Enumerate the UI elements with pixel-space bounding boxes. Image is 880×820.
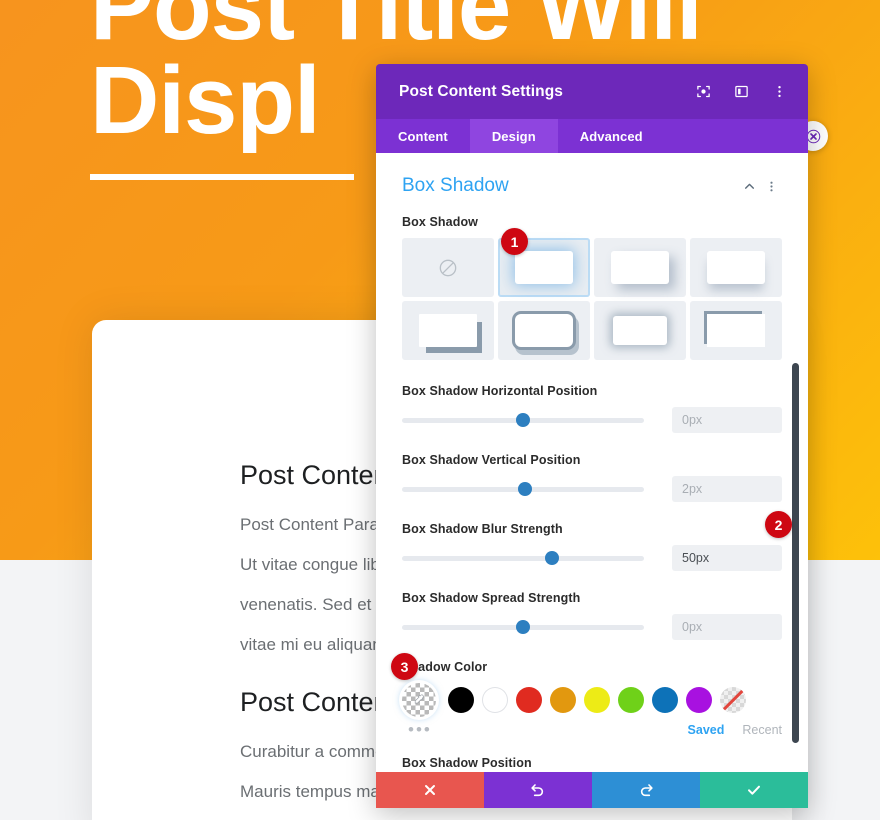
- value-input[interactable]: 2px: [672, 476, 782, 502]
- preset-offset-soft[interactable]: [594, 238, 686, 297]
- undo-button[interactable]: [484, 772, 592, 808]
- more-vertical-icon[interactable]: [766, 79, 792, 105]
- no-shadow-icon: [419, 251, 477, 284]
- tab-design[interactable]: Design: [469, 119, 558, 153]
- preset-preview: [611, 251, 669, 284]
- slider-track[interactable]: [402, 413, 644, 427]
- preset-preview: [419, 314, 477, 347]
- preset-preview: [515, 314, 573, 347]
- slider-track[interactable]: [402, 551, 644, 565]
- slider-spread-strength: Box Shadow Spread Strength 0px: [402, 591, 782, 640]
- redo-button[interactable]: [592, 772, 700, 808]
- modal-footer: [376, 772, 808, 808]
- annotation-badge-1: 1: [501, 228, 528, 255]
- tab-advanced[interactable]: Advanced: [558, 119, 665, 153]
- preset-none[interactable]: [402, 238, 494, 297]
- chevron-up-icon[interactable]: [738, 175, 760, 197]
- value-input[interactable]: 50px: [672, 545, 782, 571]
- section-title: Box Shadow: [402, 175, 509, 196]
- slider-track[interactable]: [402, 620, 644, 634]
- tab-recent-colors[interactable]: Recent: [742, 723, 782, 737]
- preset-preview: [613, 316, 667, 345]
- preset-preview: [707, 314, 765, 347]
- shadow-color-subrow: ••• Saved Recent: [402, 721, 782, 738]
- cancel-button[interactable]: [376, 772, 484, 808]
- modal-body: Box Shadow Box Shadow Box Shadow Horizon…: [376, 153, 808, 772]
- swatch-red[interactable]: [516, 687, 542, 713]
- more-colors-icon[interactable]: •••: [402, 721, 670, 738]
- swatch-blue[interactable]: [652, 687, 678, 713]
- layout-panel-icon[interactable]: [728, 79, 754, 105]
- slider-horizontal-position: Box Shadow Horizontal Position 0px: [402, 384, 782, 433]
- slider-vertical-position: Box Shadow Vertical Position 2px: [402, 453, 782, 502]
- box-shadow-field-label: Box Shadow: [402, 215, 479, 229]
- save-button[interactable]: [700, 772, 808, 808]
- preset-preview: [707, 251, 765, 284]
- more-vertical-icon[interactable]: [760, 175, 782, 197]
- preset-top-left[interactable]: [690, 301, 782, 360]
- swatch-green[interactable]: [618, 687, 644, 713]
- slider-blur-strength: Box Shadow Blur Strength 50px: [402, 522, 782, 571]
- swatch-none[interactable]: [720, 687, 746, 713]
- slider-track[interactable]: [402, 482, 644, 496]
- swatch-purple[interactable]: [686, 687, 712, 713]
- hero-title-line-1: Post Title Will: [90, 0, 703, 60]
- modal-header: Post Content Settings: [376, 64, 808, 119]
- paragraph-line: platea dictumst. Pra: [240, 812, 792, 820]
- box-shadow-preset-grid: [402, 238, 782, 360]
- slider-thumb[interactable]: [516, 620, 530, 634]
- vertical-scrollbar[interactable]: [792, 363, 799, 743]
- value-input[interactable]: 0px: [672, 407, 782, 433]
- focus-target-icon[interactable]: [690, 79, 716, 105]
- modal-header-icons: [690, 79, 792, 105]
- modal-title: Post Content Settings: [399, 82, 563, 100]
- post-content-settings-modal: Post Content Settings Content Design Adv…: [376, 64, 808, 808]
- slider-label: Box Shadow Vertical Position: [402, 453, 581, 467]
- slider-label: Box Shadow Blur Strength: [402, 522, 563, 536]
- preset-hard-offset[interactable]: [402, 301, 494, 360]
- annotation-badge-2: 2: [765, 511, 792, 538]
- preset-bottom-soft[interactable]: [690, 238, 782, 297]
- shadow-color-label: Shadow Color: [402, 660, 488, 674]
- annotation-badge-3: 3: [391, 653, 418, 680]
- slider-thumb[interactable]: [516, 413, 530, 427]
- slider-thumb[interactable]: [518, 482, 533, 496]
- eyedropper-icon[interactable]: [402, 683, 436, 717]
- swatch-yellow[interactable]: [584, 687, 610, 713]
- tab-content[interactable]: Content: [376, 119, 470, 153]
- tab-saved-colors[interactable]: Saved: [688, 723, 725, 737]
- slider-thumb[interactable]: [545, 551, 560, 565]
- swatch-black[interactable]: [448, 687, 474, 713]
- box-shadow-position-label: Box Shadow Position: [402, 756, 532, 770]
- modal-tabs: Content Design Advanced: [376, 119, 808, 153]
- hero-divider: [90, 174, 354, 181]
- slider-label: Box Shadow Horizontal Position: [402, 384, 598, 398]
- preset-blur-all[interactable]: [594, 301, 686, 360]
- swatch-white[interactable]: [482, 687, 508, 713]
- swatch-orange[interactable]: [550, 687, 576, 713]
- box-shadow-section-header: Box Shadow: [402, 175, 782, 197]
- shadow-color-swatches: [402, 683, 782, 717]
- value-input[interactable]: 0px: [672, 614, 782, 640]
- preset-outline[interactable]: [498, 301, 590, 360]
- slider-label: Box Shadow Spread Strength: [402, 591, 581, 605]
- preset-preview: [515, 251, 573, 284]
